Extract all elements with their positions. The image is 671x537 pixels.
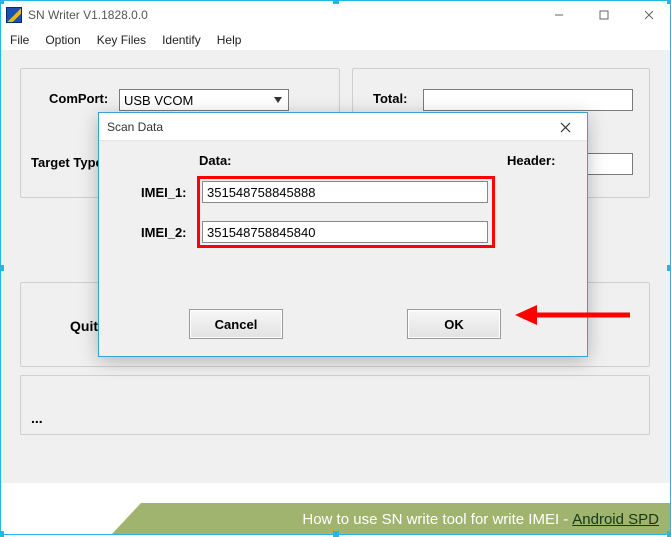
scan-data-dialog: Scan Data Data: Header: IMEI_1: IMEI_2: … xyxy=(98,112,588,357)
menu-help[interactable]: Help xyxy=(211,31,248,49)
cancel-button[interactable]: Cancel xyxy=(189,309,283,339)
comport-value: USB VCOM xyxy=(124,93,193,108)
imei1-input[interactable] xyxy=(202,181,488,203)
close-button[interactable] xyxy=(626,0,671,30)
menu-option[interactable]: Option xyxy=(39,31,86,49)
titlebar: SN Writer V1.1828.0.0 xyxy=(0,0,671,30)
comport-label: ComPort: xyxy=(49,91,108,106)
maximize-button[interactable] xyxy=(581,0,626,30)
menu-file[interactable]: File xyxy=(4,31,35,49)
chevron-down-icon xyxy=(270,92,286,108)
imei2-label: IMEI_2: xyxy=(141,225,187,240)
dialog-title: Scan Data xyxy=(99,113,587,141)
group-status: ... xyxy=(20,375,650,435)
imei2-input[interactable] xyxy=(202,221,488,243)
ok-button[interactable]: OK xyxy=(407,309,501,339)
header-column-header: Header: xyxy=(507,153,555,168)
imei1-label: IMEI_1: xyxy=(141,185,187,200)
quit-label: Quit xyxy=(70,318,98,334)
menubar: File Option Key Files Identify Help xyxy=(0,30,671,50)
footer-text: How to use SN write tool for write IMEI … xyxy=(302,511,568,528)
comport-combo[interactable]: USB VCOM xyxy=(119,89,289,111)
total-label: Total: xyxy=(373,91,407,106)
footer-link[interactable]: Android SPD xyxy=(572,511,659,528)
minimize-button[interactable] xyxy=(536,0,581,30)
menu-identify[interactable]: Identify xyxy=(156,31,207,49)
target-type-label: Target Type: xyxy=(31,155,107,170)
total-field[interactable] xyxy=(423,89,633,111)
menu-keyfiles[interactable]: Key Files xyxy=(91,31,152,49)
data-column-header: Data: xyxy=(199,153,232,168)
window-title: SN Writer V1.1828.0.0 xyxy=(28,8,148,22)
footer-banner: How to use SN write tool for write IMEI … xyxy=(111,503,671,535)
footer: How to use SN write tool for write IMEI … xyxy=(0,495,671,535)
app-icon xyxy=(6,7,22,23)
dialog-close-button[interactable] xyxy=(547,115,583,139)
status-text: ... xyxy=(31,410,43,426)
